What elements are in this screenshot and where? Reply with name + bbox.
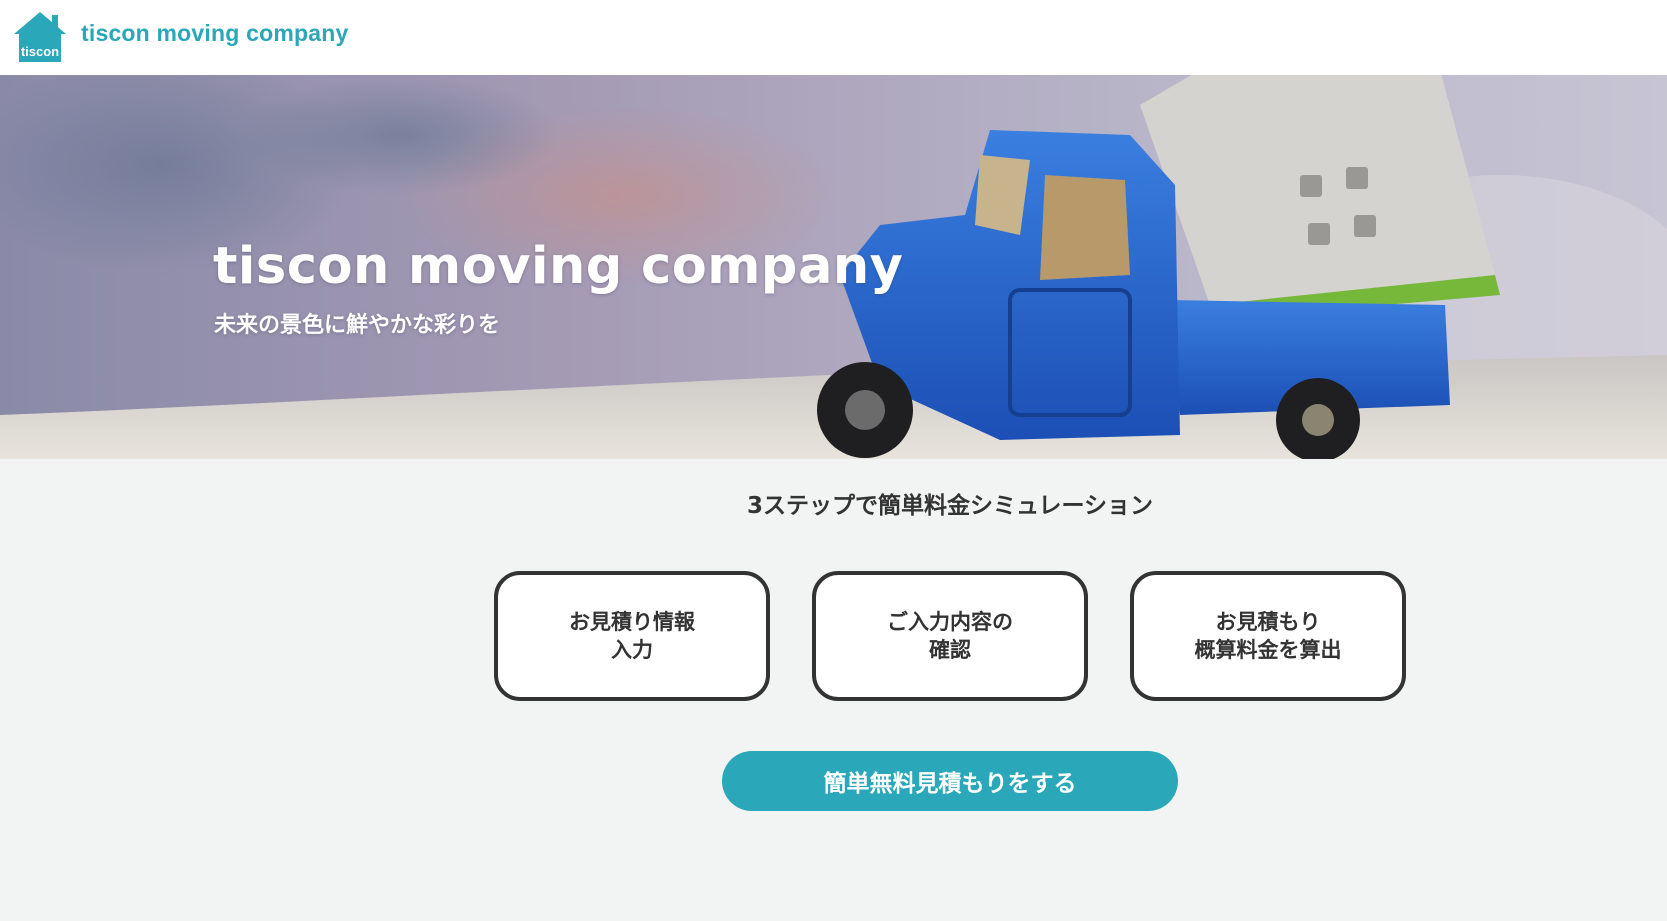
step-2-line2: 確認 [929,638,971,662]
hero-subtitle: 未来の景色に鮮やかな彩りを [214,313,501,338]
step-3-card: お見積もり 概算料金を算出 [1130,571,1406,701]
step-1-card: お見積り情報 入力 [494,571,770,701]
step-1-line2: 入力 [611,638,653,662]
site-header: tiscon tiscon moving company [0,0,1667,75]
free-estimate-button[interactable]: 簡単無料見積もりをする [722,751,1178,811]
step-2-line1: ご入力内容の [887,610,1013,634]
house-icon[interactable]: tiscon [12,10,68,64]
step-3-line2: 概算料金を算出 [1194,638,1342,662]
step-2-card: ご入力内容の 確認 [812,571,1088,701]
hero-title: tiscon moving company [213,237,904,296]
logo-text: tiscon [21,44,59,59]
step-1-line1: お見積り情報 [569,610,695,634]
step-3-line1: お見積もり [1215,610,1321,634]
simulation-section: 3ステップで簡単料金シミュレーション お見積り情報 入力 ご入力内容の 確認 お… [0,459,1667,921]
hero-banner: tiscon moving company 未来の景色に鮮やかな彩りを [0,75,1667,459]
brand-name[interactable]: tiscon moving company [81,20,348,47]
section-title: 3ステップで簡単料金シミュレーション [746,493,1154,519]
